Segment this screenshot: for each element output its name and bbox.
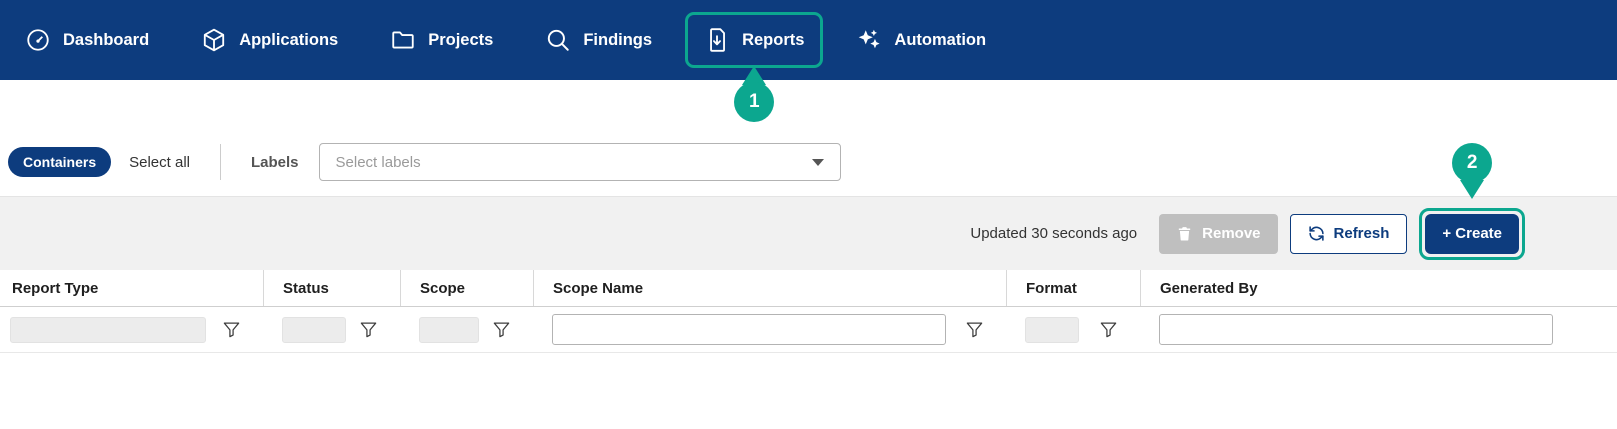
filter-cell-format (1006, 307, 1140, 352)
filter-cell-scope (400, 307, 533, 352)
column-header-report-type: Report Type (0, 270, 263, 306)
filter-funnel-icon[interactable] (1099, 320, 1118, 339)
annotation-step-1: 1 (734, 66, 774, 122)
applications-cube-icon (201, 27, 227, 53)
annotation-pointer-down (1460, 180, 1484, 199)
column-header-scope-name: Scope Name (533, 270, 1006, 306)
nav-item-findings[interactable]: Findings (545, 27, 652, 53)
filter-funnel-icon[interactable] (492, 320, 511, 339)
table-toolbar: Updated 30 seconds ago Remove Refresh + … (0, 196, 1617, 270)
filter-cell-status (263, 307, 400, 352)
annotation-step-number: 2 (1452, 143, 1492, 183)
remove-button[interactable]: Remove (1159, 214, 1277, 254)
nav-item-label: Reports (742, 31, 804, 50)
generated-by-filter-input[interactable] (1159, 314, 1553, 345)
top-nav: Dashboard Applications Projects Findings (0, 0, 1617, 80)
dashboard-gauge-icon (25, 27, 51, 53)
status-filter-input[interactable] (282, 317, 346, 343)
column-header-generated-by: Generated By (1140, 270, 1617, 306)
create-button-highlight: + Create 2 (1419, 208, 1525, 260)
updated-timestamp: Updated 30 seconds ago (970, 225, 1137, 242)
format-filter-input[interactable] (1025, 317, 1079, 343)
chevron-down-icon (812, 159, 824, 166)
column-header-scope: Scope (400, 270, 533, 306)
refresh-icon (1308, 225, 1325, 242)
labels-select[interactable] (319, 143, 841, 181)
column-header-status: Status (263, 270, 400, 306)
labels-select-input[interactable] (336, 154, 812, 171)
reports-table-filter-row (0, 307, 1617, 353)
nav-item-projects[interactable]: Projects (390, 27, 493, 53)
nav-item-applications[interactable]: Applications (201, 27, 338, 53)
remove-button-label: Remove (1202, 225, 1260, 242)
vertical-divider (220, 144, 221, 180)
nav-item-automation[interactable]: Automation (856, 27, 986, 53)
refresh-button[interactable]: Refresh (1290, 214, 1408, 254)
refresh-button-label: Refresh (1334, 225, 1390, 242)
scope-name-filter-input[interactable] (552, 314, 946, 345)
containers-filter-pill[interactable]: Containers (8, 147, 111, 177)
report-type-filter-input[interactable] (10, 317, 206, 343)
labels-label: Labels (251, 154, 299, 171)
filter-funnel-icon[interactable] (359, 320, 378, 339)
create-button[interactable]: + Create (1425, 214, 1519, 254)
nav-item-label: Automation (894, 31, 986, 50)
findings-search-icon (545, 27, 571, 53)
nav-item-reports[interactable]: Reports 1 (685, 12, 823, 68)
reports-table-header: Report Type Status Scope Scope Name Form… (0, 270, 1617, 307)
reports-document-download-icon (704, 27, 730, 53)
filter-cell-scope-name (533, 307, 1006, 352)
filter-cell-report-type (0, 307, 263, 352)
filter-cell-generated-by (1140, 307, 1617, 352)
nav-item-label: Projects (428, 31, 493, 50)
annotation-step-number: 1 (734, 82, 774, 122)
nav-item-label: Applications (239, 31, 338, 50)
nav-item-label: Dashboard (63, 31, 149, 50)
nav-item-dashboard[interactable]: Dashboard (25, 27, 149, 53)
filter-funnel-icon[interactable] (965, 320, 984, 339)
scope-filter-input[interactable] (419, 317, 479, 343)
filter-funnel-icon[interactable] (222, 320, 241, 339)
column-header-format: Format (1006, 270, 1140, 306)
projects-folder-icon (390, 27, 416, 53)
filters-bar: Containers Select all Labels (8, 142, 1617, 182)
nav-item-label: Findings (583, 31, 652, 50)
annotation-step-2: 2 (1452, 143, 1492, 199)
select-all-link[interactable]: Select all (129, 154, 190, 171)
trash-icon (1176, 225, 1193, 242)
automation-sparkles-icon (856, 27, 882, 53)
